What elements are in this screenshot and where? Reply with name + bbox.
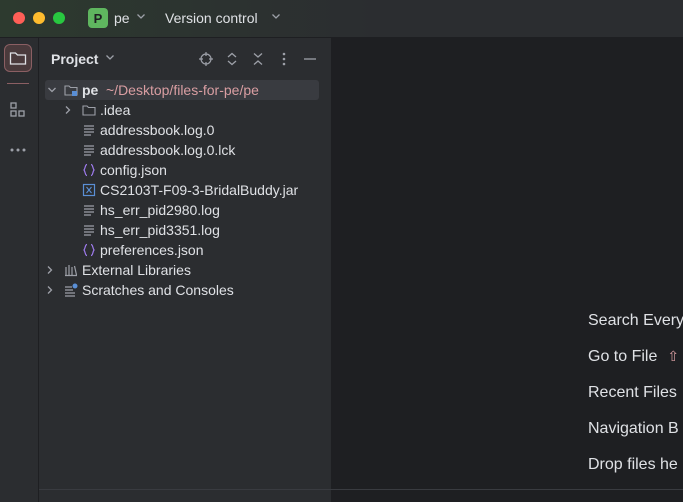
hint-go-to-file: Go to File ⇧ [588, 348, 679, 366]
version-control-menu[interactable]: Version control [165, 10, 258, 26]
project-panel: Project pe ~/Desktop/files-for-pe/pe .id… [39, 38, 332, 502]
text-file-icon [84, 205, 94, 216]
chevron-down-icon[interactable] [271, 11, 281, 21]
tree-root-name: pe [82, 82, 99, 98]
chevron-down-icon[interactable] [47, 85, 57, 95]
text-file-icon [84, 145, 94, 156]
folder-icon [82, 105, 96, 116]
chevron-right-icon[interactable] [45, 265, 55, 275]
tree-item-label: hs_err_pid2980.log [100, 202, 220, 218]
chevron-right-icon[interactable] [63, 105, 73, 115]
locate-icon[interactable] [198, 51, 214, 67]
editor-empty-area: Search Every Go to File ⇧ Recent Files Na… [332, 38, 683, 490]
zoom-window-button[interactable] [53, 12, 65, 24]
json-file-icon [83, 163, 95, 177]
project-tree: pe ~/Desktop/files-for-pe/pe .idea addre… [39, 80, 331, 300]
hint-label: Go to File [588, 348, 658, 365]
tree-item-scratches[interactable]: Scratches and Consoles [39, 280, 331, 300]
hint-label: Search Every [588, 312, 683, 329]
tree-item-file[interactable]: preferences.json [39, 240, 331, 260]
tree-item-label: .idea [100, 102, 131, 118]
tree-item-file[interactable]: config.json [39, 160, 331, 180]
chevron-down-icon[interactable] [105, 52, 115, 62]
text-file-icon [84, 125, 94, 136]
tree-item-label: Scratches and Consoles [82, 282, 234, 298]
project-switcher[interactable]: pe [114, 10, 130, 26]
tree-root-path: ~/Desktop/files-for-pe/pe [106, 82, 259, 98]
options-icon[interactable] [276, 51, 292, 67]
tree-item-label: CS2103T-F09-3-BridalBuddy.jar [100, 182, 299, 198]
more-icon [10, 148, 26, 152]
hint-label: Drop files he [588, 456, 678, 473]
tree-item-label: config.json [100, 162, 167, 178]
tree-item-file[interactable]: hs_err_pid2980.log [39, 200, 331, 220]
tree-item-label: hs_err_pid3351.log [100, 222, 220, 238]
tree-item-file[interactable]: hs_err_pid3351.log [39, 220, 331, 240]
library-icon [65, 265, 78, 277]
hint-drop-files: Drop files he [588, 456, 678, 474]
tool-window-strip [0, 38, 39, 502]
tree-item-idea[interactable]: .idea [39, 100, 331, 120]
shift-key-icon: ⇧ [667, 348, 680, 364]
panel-title[interactable]: Project [51, 51, 98, 67]
hide-panel-icon[interactable] [302, 51, 318, 67]
tree-item-file[interactable]: CS2103T-F09-3-BridalBuddy.jar [39, 180, 331, 200]
tree-item-file[interactable]: addressbook.log.0.lck [39, 140, 331, 160]
hint-recent-files: Recent Files [588, 384, 677, 402]
scratches-icon [65, 283, 78, 297]
project-tool-button[interactable] [4, 44, 32, 72]
folder-icon [9, 52, 27, 65]
chevron-down-icon[interactable] [136, 11, 146, 21]
tree-item-label: addressbook.log.0.lck [100, 142, 236, 158]
tool-separator [7, 83, 29, 84]
structure-tool-button[interactable] [4, 96, 32, 124]
tree-root[interactable]: pe ~/Desktop/files-for-pe/pe [45, 80, 319, 100]
tree-item-label: External Libraries [82, 262, 191, 278]
text-file-icon [84, 225, 94, 236]
chevron-right-icon[interactable] [45, 285, 55, 295]
close-window-button[interactable] [13, 12, 25, 24]
hint-navigation-bar: Navigation B [588, 420, 679, 438]
structure-icon [10, 102, 25, 117]
hint-search-everywhere: Search Every [588, 312, 683, 330]
collapse-all-icon[interactable] [250, 51, 266, 67]
bottom-divider [39, 489, 683, 490]
minimize-window-button[interactable] [33, 12, 45, 24]
tree-item-file[interactable]: addressbook.log.0 [39, 120, 331, 140]
tree-item-external-libraries[interactable]: External Libraries [39, 260, 331, 280]
hint-label: Recent Files [588, 384, 677, 401]
tree-item-label: addressbook.log.0 [100, 122, 215, 138]
title-bar: P pe Version control [0, 0, 683, 38]
more-tools-button[interactable] [4, 136, 32, 164]
module-folder-icon [64, 85, 78, 96]
project-badge[interactable]: P [88, 8, 108, 28]
jar-file-icon [82, 183, 96, 197]
json-file-icon [83, 243, 95, 257]
tree-item-label: preferences.json [100, 242, 204, 258]
hint-label: Navigation B [588, 420, 679, 437]
expand-all-icon[interactable] [224, 51, 240, 67]
